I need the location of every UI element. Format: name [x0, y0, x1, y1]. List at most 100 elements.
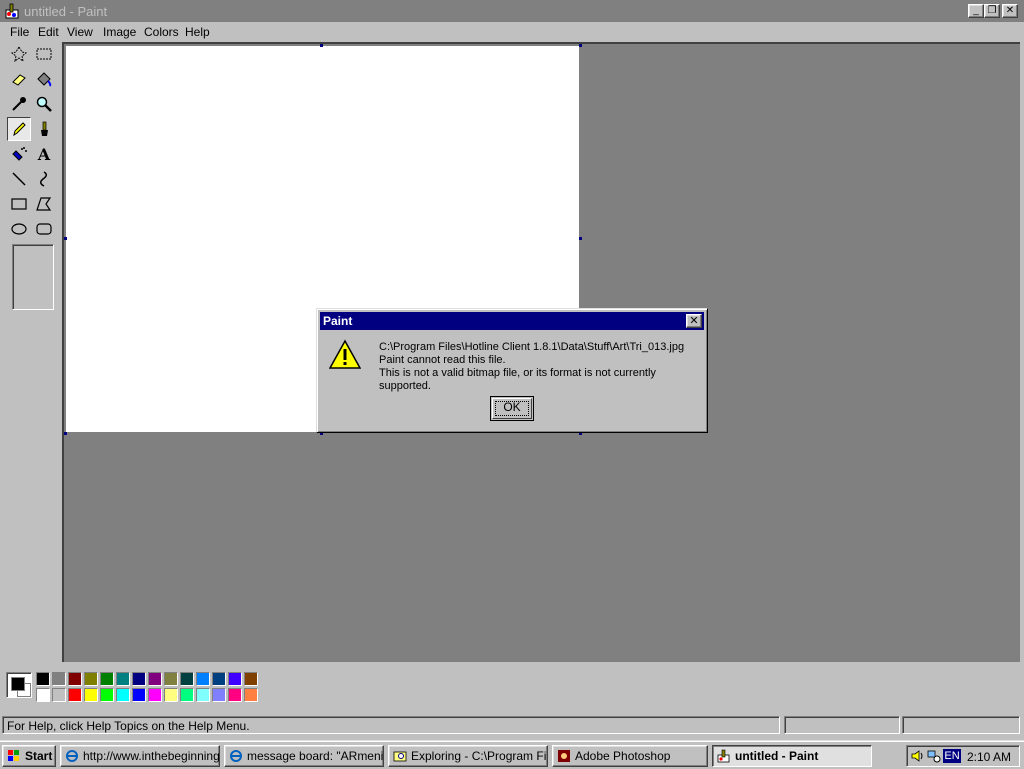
color-swatch[interactable]	[212, 688, 226, 702]
color-swatch[interactable]	[180, 672, 194, 686]
ellipse-icon	[11, 223, 27, 235]
rounded-rectangle-tool[interactable]	[32, 217, 56, 241]
magnifier-tool[interactable]	[32, 92, 56, 116]
menu-view[interactable]: View	[67, 25, 93, 39]
color-swatch[interactable]	[164, 672, 178, 686]
rectangle-tool[interactable]	[7, 192, 31, 216]
fill-tool[interactable]	[32, 67, 56, 91]
color-swatch[interactable]	[228, 688, 242, 702]
menu-colors[interactable]: Colors	[144, 25, 179, 39]
pencil-icon	[13, 122, 26, 137]
color-swatch[interactable]	[52, 688, 66, 702]
airbrush-tool[interactable]	[7, 142, 31, 166]
system-tray: EN 2:10 AM	[906, 745, 1020, 767]
color-palette	[0, 664, 1024, 708]
paint-icon	[717, 749, 730, 763]
title-bar[interactable]: untitled - Paint _ ❐ ✕	[0, 0, 1024, 22]
line-tool[interactable]	[7, 167, 31, 191]
foreground-color-swatch	[11, 677, 25, 691]
dialog-detail-line: This is not a valid bitmap file, or its …	[379, 367, 656, 392]
status-help-text: For Help, click Help Topics on the Help …	[2, 716, 780, 734]
dialog-title: Paint	[323, 314, 353, 328]
magnifier-icon	[36, 96, 52, 112]
brush-icon	[41, 121, 48, 136]
line-icon	[12, 172, 26, 186]
color-swatch[interactable]	[36, 672, 50, 686]
restore-button[interactable]: ❐	[984, 4, 1000, 18]
task-paint-active[interactable]: untitled - Paint	[712, 745, 872, 767]
brush-tool[interactable]	[32, 117, 56, 141]
task-explorer[interactable]: Exploring - C:\Program File...	[388, 745, 548, 767]
rectangle-icon	[11, 198, 27, 210]
color-swatch[interactable]	[196, 672, 210, 686]
color-swatch[interactable]	[148, 688, 162, 702]
tool-options-box[interactable]	[12, 244, 54, 310]
windows-logo-icon	[8, 750, 19, 761]
network-icon[interactable]	[927, 749, 941, 763]
color-swatch[interactable]	[180, 688, 194, 702]
taskbar: Start http://www.inthebeginning... messa…	[0, 740, 1024, 769]
color-swatch[interactable]	[196, 688, 210, 702]
eraser-tool[interactable]	[7, 67, 31, 91]
ellipse-tool[interactable]	[7, 217, 31, 241]
minimize-button[interactable]: _	[968, 4, 984, 18]
rect-select-icon	[36, 48, 52, 60]
photoshop-icon	[558, 750, 570, 762]
resize-handle[interactable]	[64, 432, 67, 435]
window-title: untitled - Paint	[24, 4, 108, 19]
language-indicator[interactable]: EN	[943, 749, 961, 763]
close-button[interactable]: ✕	[1002, 4, 1018, 18]
color-swatch[interactable]	[244, 672, 258, 686]
color-swatch[interactable]	[36, 688, 50, 702]
task-browser-1[interactable]: http://www.inthebeginning...	[60, 745, 220, 767]
start-button[interactable]: Start	[2, 745, 56, 767]
color-swatch[interactable]	[116, 672, 130, 686]
menu-image[interactable]: Image	[103, 25, 136, 39]
eraser-icon	[12, 74, 26, 86]
color-swatch[interactable]	[228, 672, 242, 686]
polygon-tool[interactable]	[32, 192, 56, 216]
pencil-tool[interactable]	[7, 117, 31, 141]
color-swatch[interactable]	[164, 688, 178, 702]
task-browser-2[interactable]: message board: "ARmenia...	[224, 745, 384, 767]
task-photoshop[interactable]: Adobe Photoshop	[552, 745, 708, 767]
color-swatch[interactable]	[132, 688, 146, 702]
clock[interactable]: 2:10 AM	[967, 750, 1011, 764]
rounded-rectangle-icon	[36, 223, 52, 235]
color-swatch[interactable]	[100, 688, 114, 702]
eyedropper-icon	[12, 97, 26, 111]
menu-file[interactable]: File	[10, 25, 29, 39]
color-swatch[interactable]	[148, 672, 162, 686]
ie-icon	[66, 750, 78, 762]
color-swatch[interactable]	[212, 672, 226, 686]
resize-handle[interactable]	[320, 44, 323, 47]
curve-tool[interactable]	[32, 167, 56, 191]
free-form-select-tool[interactable]	[7, 42, 31, 66]
ok-button[interactable]: OK	[490, 396, 534, 421]
color-swatch[interactable]	[52, 672, 66, 686]
dialog-close-button[interactable]: ✕	[686, 314, 702, 328]
pick-color-tool[interactable]	[7, 92, 31, 116]
polygon-icon	[36, 197, 52, 211]
text-tool[interactable]: A	[32, 142, 56, 166]
color-swatch[interactable]	[132, 672, 146, 686]
volume-icon[interactable]	[911, 749, 925, 763]
resize-handle[interactable]	[64, 237, 67, 240]
select-tool[interactable]	[32, 42, 56, 66]
menu-help[interactable]: Help	[185, 25, 210, 39]
resize-handle[interactable]	[579, 237, 582, 240]
color-swatch[interactable]	[68, 672, 82, 686]
menu-bar: File Edit View Image Colors Help	[0, 22, 1024, 42]
error-dialog: Paint ✕ C:\Program Files\Hotline Client …	[316, 308, 708, 433]
color-swatch[interactable]	[84, 688, 98, 702]
color-swatch[interactable]	[116, 688, 130, 702]
dialog-title-bar[interactable]: Paint ✕	[320, 312, 704, 330]
current-colors[interactable]	[6, 672, 32, 698]
paint-app-icon	[5, 3, 19, 19]
menu-edit[interactable]: Edit	[38, 25, 59, 39]
resize-handle[interactable]	[579, 44, 582, 47]
color-swatch[interactable]	[244, 688, 258, 702]
color-swatch[interactable]	[84, 672, 98, 686]
color-swatch[interactable]	[100, 672, 114, 686]
color-swatch[interactable]	[68, 688, 82, 702]
